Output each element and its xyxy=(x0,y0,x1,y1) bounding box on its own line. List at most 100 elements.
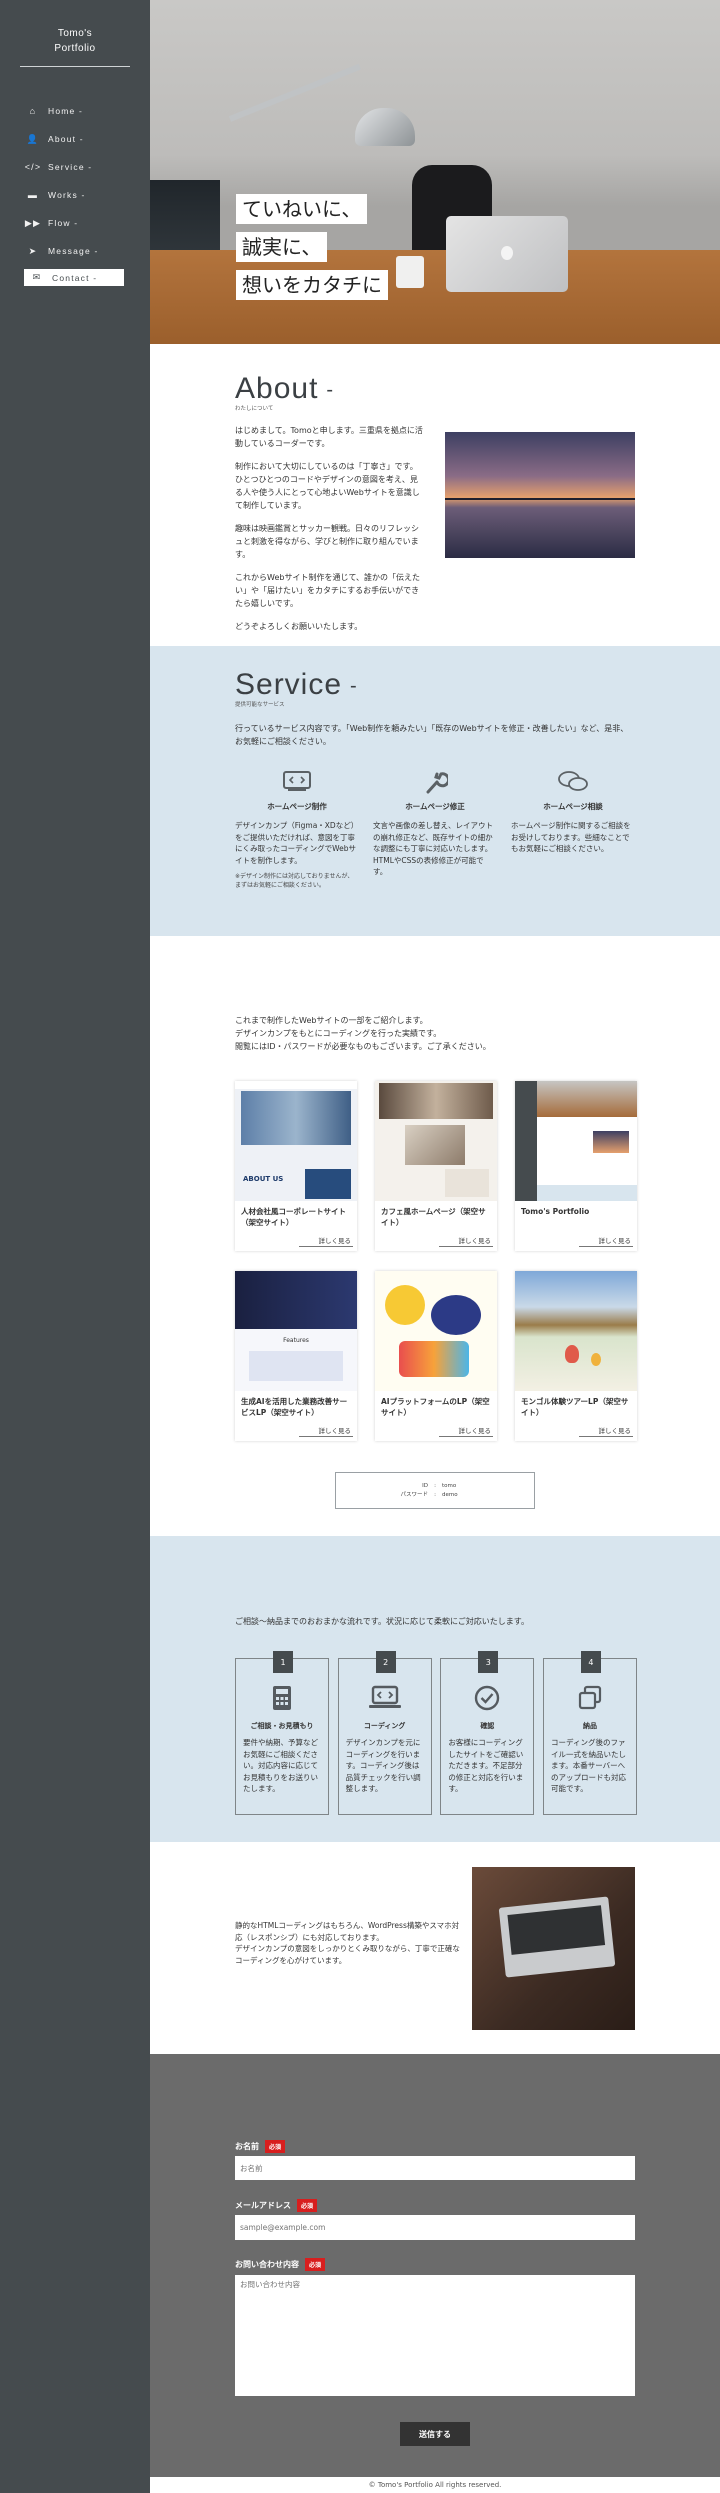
work-more-link[interactable]: 詳しく見る xyxy=(298,1235,353,1247)
works-lead: これまで制作したWebサイトの一部をご紹介します。 デザインカンプをもとにコーデ… xyxy=(235,1014,635,1053)
nav-item-home[interactable]: ⌂ Home - xyxy=(26,97,150,125)
work-card[interactable]: ABOUT US 人材会社風コーポレートサイト（架空サイト） 詳しく見る xyxy=(235,1081,357,1251)
service-item-note: ※デザイン制作には対応しておりませんが、まずはお気軽にご相談ください。 xyxy=(235,873,354,889)
message-body-label: お問い合わせ内容 必須 xyxy=(235,2258,326,2271)
work-thumbnail: ABOUT US xyxy=(235,1081,357,1201)
flow-lead: ご相談〜納品までのおおまかな流れです。状況に応じて柔軟にご対応いたします。 xyxy=(235,1617,529,1626)
work-card[interactable]: モンゴル体験ツアーLP（架空サイト） 詳しく見る xyxy=(515,1271,637,1441)
service-title: Service - xyxy=(235,668,635,702)
nav-item-message[interactable]: ➤ Message - xyxy=(26,237,150,265)
nav-item-contact[interactable]: ✉ Contact - xyxy=(24,269,124,286)
thumb-sidebar xyxy=(515,1081,537,1201)
works-lead-line: これまで制作したWebサイトの一部をご紹介します。 xyxy=(235,1016,428,1025)
thumb-block xyxy=(445,1169,489,1197)
work-more-link[interactable]: 詳しく見る xyxy=(298,1425,353,1437)
message-section: 静的なHTMLコーディングはもちろん、WordPress構築やスマホ対応（レスポ… xyxy=(150,1842,720,2054)
work-more-link[interactable]: 詳しく見る xyxy=(578,1235,633,1247)
nav-item-about[interactable]: 👤 About - xyxy=(26,125,150,153)
nav-label-about: About xyxy=(48,134,77,144)
thumb-cafe-photo xyxy=(379,1083,493,1119)
work-card[interactable]: Tomo's Portfolio 詳しく見る xyxy=(515,1081,637,1251)
work-thumbnail xyxy=(375,1271,497,1391)
briefcase-icon: ▬ xyxy=(27,190,39,200)
footer-copyright: © Tomo's Portfolio All rights reserved. xyxy=(150,2477,720,2493)
email-label-text: メールアドレス xyxy=(235,2201,291,2210)
copy-icon xyxy=(551,1685,629,1715)
work-title: 生成AIを活用した業務改善サービスLP（架空サイト） xyxy=(241,1397,348,1417)
work-title: カフェ風ホームページ（架空サイト） xyxy=(381,1207,486,1227)
works-grid: ABOUT US 人材会社風コーポレートサイト（架空サイト） 詳しく見る カフェ… xyxy=(235,1081,637,1441)
flow-step: 2 コーディング デザインカンプを元にコーディングを行います。コーディング後は品… xyxy=(337,1651,432,1815)
about-title: About - xyxy=(235,372,635,406)
work-more-link[interactable]: 詳しく見る xyxy=(438,1235,493,1247)
contact-section: お名前必須 メールアドレス必須 お問い合わせ内容必須 送信する xyxy=(150,2054,720,2477)
work-card[interactable]: カフェ風ホームページ（架空サイト） 詳しく見る xyxy=(375,1081,497,1251)
submit-button[interactable]: 送信する xyxy=(400,2422,470,2446)
service-title-text: Service xyxy=(235,668,343,701)
thumb-shape xyxy=(431,1295,481,1335)
work-thumbnail xyxy=(515,1081,637,1201)
work-card[interactable]: Features 生成AIを活用した業務改善サービスLP（架空サイト） 詳しく見… xyxy=(235,1271,357,1441)
nav-label-contact: Contact xyxy=(52,272,90,283)
brand-divider xyxy=(20,66,130,67)
title-dash: - xyxy=(326,378,335,401)
step-number: 4 xyxy=(580,1651,601,1673)
thumb-block xyxy=(249,1351,343,1381)
nav-label-home: Home xyxy=(48,106,76,116)
title-dash: - xyxy=(350,674,358,697)
service-item-title: ホームページ相談 xyxy=(543,802,603,811)
code-window-icon xyxy=(235,770,359,796)
photo-laptop xyxy=(498,1896,616,1978)
service-item-fix: ホームページ修正 文言や画像の差し替え、レイアウトの崩れ修正など、既存サイトの細… xyxy=(373,770,497,890)
hero-photo-mug xyxy=(396,256,424,288)
message-body-textarea[interactable] xyxy=(235,2275,635,2396)
user-icon: 👤 xyxy=(26,133,40,144)
flow-step: 3 確認 お客様にコーディングしたサイトをご確認いただきます。不足部分の修正と対… xyxy=(440,1651,535,1815)
step-number: 3 xyxy=(478,1651,499,1673)
login-sep: : xyxy=(434,1491,436,1498)
hero: ていねいに、 誠実に、 想いをカタチに xyxy=(150,0,720,344)
login-id-label: ID xyxy=(422,1482,428,1489)
hero-line-2: 誠実に、 xyxy=(236,232,328,262)
name-label-text: お名前 xyxy=(235,2142,259,2151)
thumb-shape xyxy=(399,1341,469,1377)
email-input[interactable] xyxy=(235,2215,635,2240)
about-sunset-photo xyxy=(445,432,635,558)
work-thumbnail xyxy=(515,1271,637,1391)
thumb-cafe-photo-2 xyxy=(405,1125,465,1165)
nav-item-service[interactable]: </> Service - xyxy=(25,153,150,181)
message-laptop-photo xyxy=(472,1867,635,2030)
work-more-link[interactable]: 詳しく見る xyxy=(438,1425,493,1437)
home-icon: ⌂ xyxy=(29,106,37,116)
login-pw-label: パスワード xyxy=(400,1491,428,1498)
check-circle-icon xyxy=(448,1685,526,1715)
step-title: ご相談・お見積もり xyxy=(250,1722,314,1730)
nav-item-works[interactable]: ▬ Works - xyxy=(26,181,150,209)
about-title-text: About xyxy=(235,372,319,405)
nav-dash: - xyxy=(77,190,86,200)
hero-line-1: ていねいに、 xyxy=(236,194,368,224)
flow-step: 1 ご相談・お見積もり 要件や納期、予算などお気軽にご相談ください。対応内容に応… xyxy=(235,1651,329,1815)
name-input[interactable] xyxy=(235,2156,635,2180)
about-paragraph: 趣味は映画鑑賞とサッカー観戦。日々のリフレッシュと刺激を得ながら、学びと制作に取… xyxy=(235,524,419,559)
work-thumbnail: Features xyxy=(235,1271,357,1391)
envelope-icon: ✉ xyxy=(32,272,42,282)
works-lead-line: デザインカンプをもとにコーディングを行った実績です。 xyxy=(235,1029,442,1038)
paper-plane-icon: ➤ xyxy=(28,245,38,256)
calculator-icon xyxy=(243,1685,321,1715)
required-badge: 必須 xyxy=(265,2140,286,2153)
hero-catchcopy: ていねいに、 誠実に、 想いをカタチに xyxy=(236,194,388,308)
work-more-link[interactable]: 詳しく見る xyxy=(578,1425,633,1437)
work-title: 人材会社風コーポレートサイト（架空サイト） xyxy=(241,1207,346,1227)
site-logo[interactable]: Tomo's Portfolio xyxy=(0,0,150,56)
step-number: 1 xyxy=(273,1651,293,1673)
service-item-desc: 文言や画像の差し替え、レイアウトの崩れ修正など、既存サイトの細かな調整にも丁寧に… xyxy=(373,821,493,876)
nav-dash: - xyxy=(90,246,99,256)
nav-dash: - xyxy=(75,106,84,116)
thumb-about-us: ABOUT US xyxy=(243,1175,284,1183)
work-card[interactable]: AIプラットフォームのLP（架空サイト） 詳しく見る xyxy=(375,1271,497,1441)
login-id-row: ID: tomo xyxy=(388,1482,482,1491)
nav-item-flow[interactable]: ▶▶ Flow - xyxy=(25,209,150,237)
flow-steps: 1 ご相談・お見積もり 要件や納期、予算などお気軽にご相談ください。対応内容に応… xyxy=(235,1651,637,1815)
step-number: 2 xyxy=(375,1651,396,1673)
